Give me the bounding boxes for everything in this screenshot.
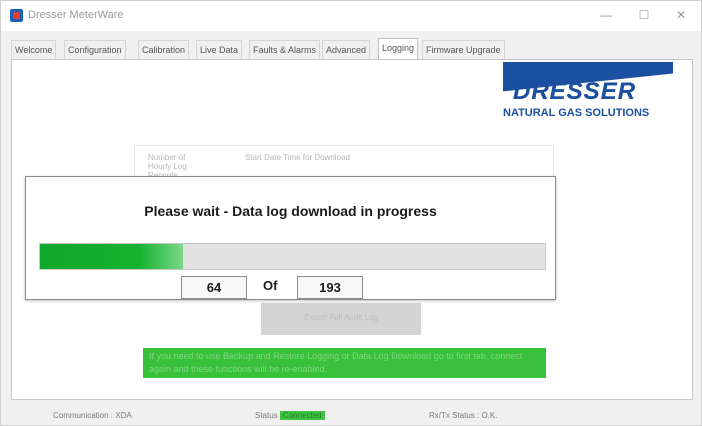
- logo-mark: DRESSER: [503, 62, 673, 102]
- window-title: Dresser MeterWare: [28, 9, 124, 21]
- connection-status: Status Connected: [255, 411, 325, 420]
- total-records-field: 193: [297, 276, 363, 299]
- export-audit-log-button[interactable]: Export Full Audit Log: [261, 303, 421, 335]
- app-icon: [10, 9, 23, 22]
- title-bar: Dresser MeterWare — ☐ ✕: [1, 1, 701, 31]
- progress-dialog: Please wait - Data log download in progr…: [25, 176, 556, 300]
- export-audit-log-label: Export Full Audit Log: [304, 313, 378, 322]
- tab-configuration[interactable]: Configuration: [64, 40, 126, 59]
- progress-bar: [39, 243, 546, 270]
- logo-subtitle: NATURAL GAS SOLUTIONS: [503, 107, 650, 119]
- progress-message: Please wait - Data log download in progr…: [144, 203, 437, 219]
- tab-logging[interactable]: Logging: [378, 38, 419, 60]
- status-badge: Connected: [279, 411, 325, 420]
- reconnect-warning: If you need to use Backup and Restore Lo…: [143, 348, 546, 378]
- minimize-button[interactable]: —: [591, 5, 621, 25]
- tab-faults-alarms[interactable]: Faults & Alarms: [249, 40, 321, 59]
- status-label: Status: [255, 411, 278, 420]
- start-date-label: Start Date Time for Download: [245, 153, 350, 162]
- app-window: Dresser MeterWare — ☐ ✕ Welcome Configur…: [0, 0, 702, 426]
- progress-fill: [40, 244, 183, 269]
- tab-live-data[interactable]: Live Data: [196, 40, 243, 59]
- tab-welcome[interactable]: Welcome: [11, 40, 57, 59]
- tab-firmware-upgrade[interactable]: Firmware Upgrade: [422, 40, 505, 59]
- maximize-button[interactable]: ☐: [629, 5, 659, 25]
- rxtx-status: Rx/Tx Status : O.K.: [429, 411, 498, 420]
- current-record-field: 64: [181, 276, 247, 299]
- tab-advanced[interactable]: Advanced: [322, 40, 371, 59]
- of-label: Of: [263, 278, 278, 293]
- logo-word: DRESSER: [513, 78, 637, 102]
- reconnect-warning-text: If you need to use Backup and Restore Lo…: [149, 351, 523, 374]
- dresser-logo: DRESSER NATURAL GAS SOLUTIONS: [500, 58, 675, 124]
- tab-calibration[interactable]: Calibration: [138, 40, 190, 59]
- close-button[interactable]: ✕: [666, 5, 696, 25]
- communication-status: Communication : XDA: [53, 411, 132, 420]
